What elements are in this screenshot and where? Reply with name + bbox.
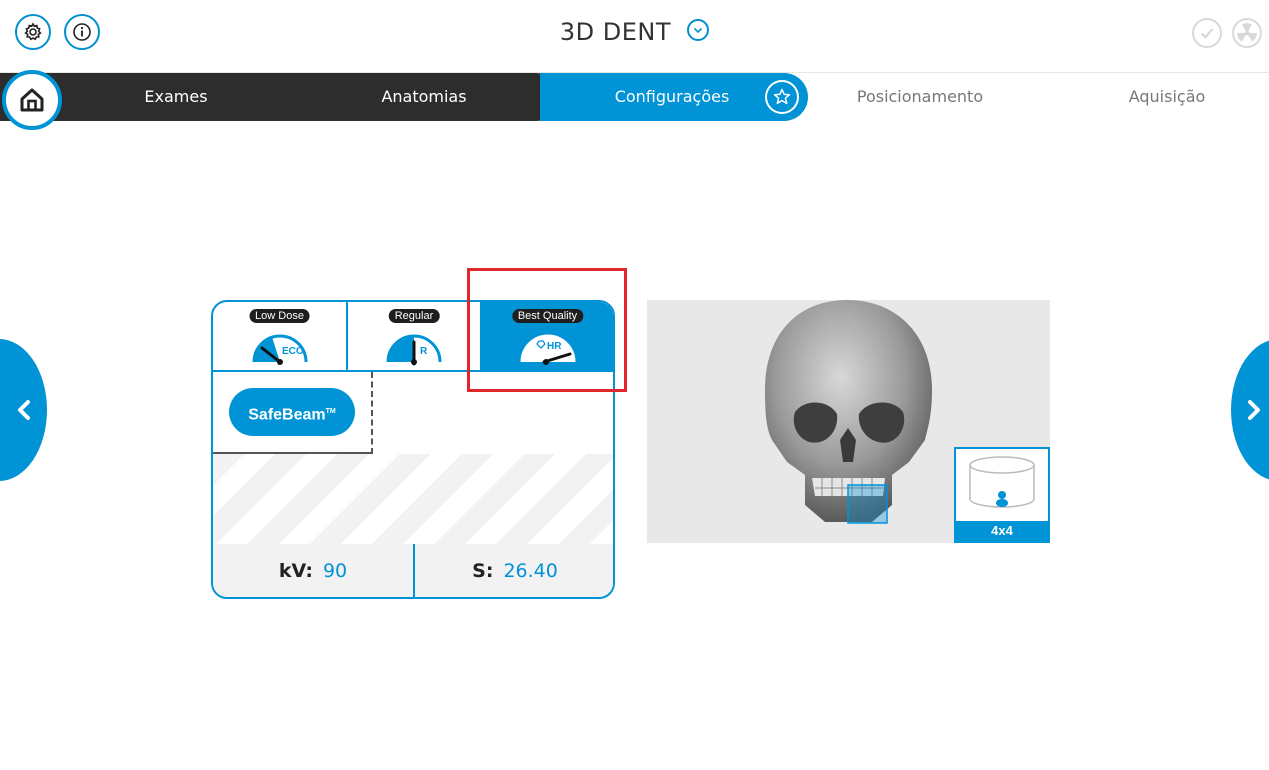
regular-gauge-icon: R xyxy=(386,334,442,366)
title-dropdown-button[interactable] xyxy=(687,19,710,41)
app-title-area: 3D DENT xyxy=(0,18,1269,46)
kv-value: 90 xyxy=(322,560,348,582)
disabled-options-area xyxy=(213,454,613,544)
app-title: 3D DENT xyxy=(559,18,671,46)
tab-aquisicao[interactable]: Aquisição xyxy=(1057,73,1269,121)
safebeam-area: SafeBeamTM xyxy=(213,372,373,454)
quality-tab-low-dose[interactable]: Low Dose ECO xyxy=(213,302,346,372)
workflow-nav: Exames Anatomias Configurações Posiciona… xyxy=(0,70,1269,130)
favorite-button[interactable] xyxy=(765,80,799,114)
previous-button[interactable] xyxy=(0,339,47,481)
check-circle-icon xyxy=(1200,28,1214,39)
fov-selector[interactable]: 4x4 xyxy=(954,447,1050,543)
quality-tab-regular[interactable]: Regular R xyxy=(348,302,480,372)
cylinder-fov-icon xyxy=(969,456,1035,508)
quality-tab-label: Low Dose xyxy=(249,309,310,323)
top-bar: 3D DENT xyxy=(0,0,1269,73)
safebeam-button[interactable]: SafeBeamTM xyxy=(229,388,355,436)
radiation-icon xyxy=(1237,23,1257,42)
quality-tab-label: Regular xyxy=(388,309,440,323)
tab-exames[interactable]: Exames xyxy=(66,73,286,121)
chevron-down-icon xyxy=(694,27,703,34)
eco-gauge-label: ECO xyxy=(282,346,304,357)
safebeam-trademark: TM xyxy=(325,408,336,415)
regular-gauge-label: R xyxy=(420,346,428,357)
tab-anatomias[interactable]: Anatomias xyxy=(314,73,534,121)
eco-gauge-icon: ECO xyxy=(252,334,307,365)
next-button[interactable] xyxy=(1231,339,1269,481)
s-value-cell: S: 26.40 xyxy=(415,544,613,597)
star-icon xyxy=(773,88,791,105)
confirm-button[interactable] xyxy=(1192,18,1222,48)
s-label: S: xyxy=(472,560,494,582)
chevron-left-icon xyxy=(18,400,30,420)
s-value: 26.40 xyxy=(503,560,558,582)
highlight-box xyxy=(467,268,627,392)
safebeam-label: SafeBeam xyxy=(248,406,326,424)
fov-label: 4x4 xyxy=(956,521,1048,541)
tab-posicionamento[interactable]: Posicionamento xyxy=(810,73,1030,121)
radiation-button[interactable] xyxy=(1232,18,1262,48)
tab-configuracoes[interactable]: Configurações xyxy=(562,73,782,121)
home-button[interactable] xyxy=(2,70,62,130)
kv-value-cell: kV: 90 xyxy=(213,544,413,597)
chevron-right-icon xyxy=(1248,400,1260,420)
kv-label: kV: xyxy=(278,560,313,582)
home-icon xyxy=(20,88,44,112)
exposure-values: kV: 90 S: 26.40 xyxy=(213,544,613,597)
